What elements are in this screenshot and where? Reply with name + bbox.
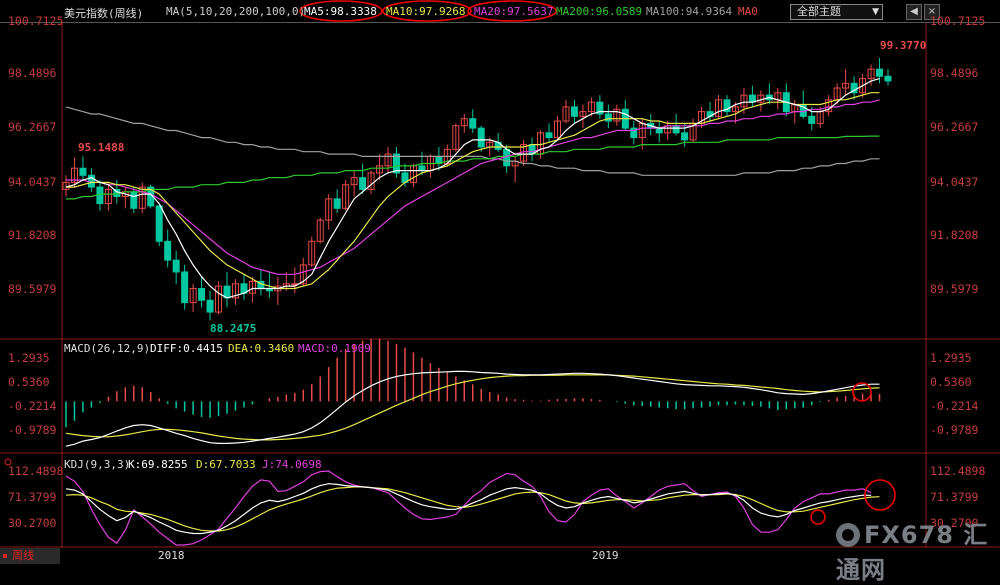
ma-params: MA(5,10,20,200,100,0) — [166, 5, 306, 18]
kdj-tick-left: 112.4898 — [8, 464, 64, 478]
kdj-d-line — [65, 486, 880, 532]
candle-body — [477, 127, 485, 148]
macd-tick-left: 0.5360 — [8, 375, 50, 389]
prev-button[interactable]: ◀ — [906, 4, 922, 20]
macd-tick-right: -0.2214 — [930, 399, 979, 413]
macd-tick-left: 1.2935 — [8, 351, 50, 365]
fx678-logo-icon — [836, 523, 860, 547]
kdj-panel — [65, 470, 880, 546]
high-annotation: 99.3770 — [880, 39, 927, 52]
price-panel — [62, 57, 892, 321]
macd-tick-right: -0.9789 — [930, 423, 979, 437]
candle-body — [545, 132, 553, 139]
time-label-2019: 2019 — [592, 549, 619, 562]
candle-body — [570, 106, 578, 117]
ma0-value: MA0 — [738, 5, 758, 18]
candle-body — [672, 125, 680, 134]
kdj-j-line — [65, 470, 872, 546]
price-tick-left: 100.7125 — [8, 14, 64, 28]
ma5-value: MA5:98.3338 — [304, 5, 377, 18]
price-tick-left: 94.0437 — [8, 175, 57, 189]
annotation-circles — [299, 0, 896, 525]
candle-body — [172, 259, 180, 273]
watermark: FX678 汇通网 — [836, 515, 1000, 585]
candle-body — [604, 113, 612, 122]
kdj-tick-right: 71.3799 — [930, 490, 979, 504]
chart-toolbar: 美元指数(周线) MA(5,10,20,200,100,0) MA5:98.33… — [0, 0, 1000, 23]
ma100-value: MA100:94.9364 — [646, 5, 733, 18]
candle-body — [333, 198, 341, 209]
theme-dropdown[interactable]: 全部主题 ▼ — [790, 4, 883, 20]
price-tick-left: 96.2667 — [8, 120, 57, 134]
candle-body — [655, 127, 663, 134]
ma200-value: MA200:96.0589 — [556, 5, 643, 18]
macd-value: MACD:0.1909 — [298, 342, 371, 355]
kdj-tick-left: 71.3799 — [8, 490, 57, 504]
period-dot-icon — [3, 554, 7, 558]
price-tick-left: 91.8208 — [8, 228, 57, 242]
price-tick-right: 89.5979 — [930, 282, 979, 296]
price-tick-right: 100.7125 — [930, 14, 986, 28]
macd-tick-right: 0.5360 — [930, 375, 972, 389]
kdj-k: K:69.8255 — [128, 458, 188, 471]
macd-tick-right: 1.2935 — [930, 351, 972, 365]
period-button[interactable]: 周线 — [0, 548, 60, 564]
candle-body — [808, 115, 816, 124]
symbol-title: 美元指数(周线) — [64, 7, 144, 20]
candle-body — [206, 299, 214, 313]
diff-line — [65, 370, 880, 447]
kdj-d: D:67.7033 — [196, 458, 256, 471]
candle-body — [681, 132, 689, 141]
candle-body — [155, 205, 163, 242]
macd-diff: DIFF:0.4415 — [150, 342, 223, 355]
price-tick-left: 98.4896 — [8, 66, 57, 80]
macd-tick-left: -0.2214 — [8, 399, 57, 413]
price-tick-left: 89.5979 — [8, 282, 57, 296]
candle-body — [198, 287, 206, 301]
period-label: 周线 — [12, 549, 34, 562]
macd-tick-left: -0.9789 — [8, 423, 57, 437]
candle-body — [876, 68, 884, 77]
candle-body — [359, 177, 367, 190]
candle-body — [181, 271, 189, 304]
price-tick-right: 91.8208 — [930, 228, 979, 242]
kdj-title: KDJ(9,3,3) — [64, 458, 131, 471]
ma200-line — [66, 135, 880, 200]
candle-body — [79, 167, 87, 176]
time-label-2018: 2018 — [158, 549, 185, 562]
chevron-down-icon: ▼ — [872, 7, 879, 17]
price-tick-right: 98.4896 — [930, 66, 979, 80]
price-tick-right: 94.0437 — [930, 175, 979, 189]
candle-body — [164, 240, 172, 261]
low-annotation: 88.2475 — [210, 322, 257, 335]
candle-body — [130, 191, 138, 209]
ma20-value: MA20:97.5637 — [474, 5, 554, 18]
kdj-tick-left: 30.2700 — [8, 516, 57, 530]
candle-body — [96, 186, 104, 205]
highlight-circle-kdj-low — [810, 509, 826, 525]
kdj-tick-right: 112.4898 — [930, 464, 986, 478]
chart-canvas — [0, 0, 1000, 548]
price-tick-right: 96.2667 — [930, 120, 979, 134]
macd-panel — [65, 339, 881, 447]
candle-body — [418, 165, 426, 172]
theme-dropdown-label: 全部主题 — [797, 5, 841, 18]
candle-body — [469, 118, 477, 129]
macd-dea: DEA:0.3460 — [228, 342, 295, 355]
kdj-j: J:74.0698 — [262, 458, 322, 471]
peak-annotation: 95.1488 — [78, 141, 125, 154]
macd-title: MACD(26,12,9) — [64, 342, 151, 355]
ma10-value: MA10:97.9268 — [386, 5, 466, 18]
candle-body — [884, 75, 892, 82]
